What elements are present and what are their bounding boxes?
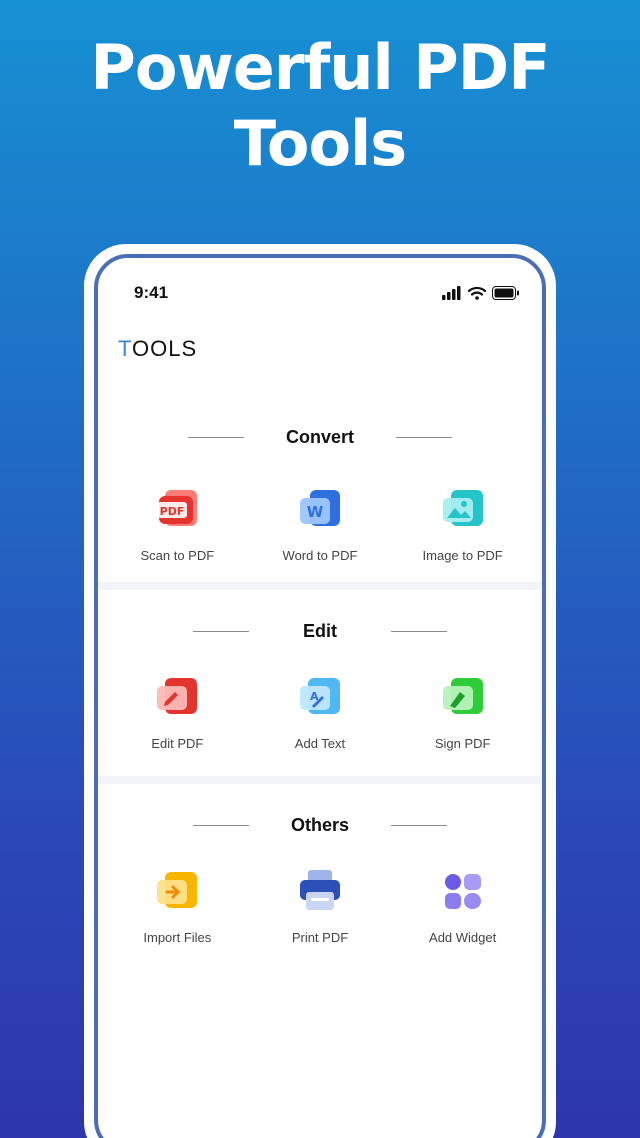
section-convert: Convert PDF Scan to PDF W Word to PDF Im… bbox=[98, 422, 542, 564]
printer-icon bbox=[299, 870, 340, 910]
tool-image-to-pdf[interactable]: Image to PDF bbox=[393, 482, 533, 563]
tool-label: Edit PDF bbox=[151, 736, 204, 751]
tool-sign-pdf[interactable]: Sign PDF bbox=[393, 670, 533, 751]
widget-icon bbox=[444, 874, 481, 909]
tool-add-text[interactable]: A Add Text bbox=[250, 670, 390, 751]
signal-icon bbox=[442, 286, 461, 300]
divider-line bbox=[187, 436, 244, 438]
section-title-edit: Edit bbox=[303, 620, 337, 641]
headline-line-2: Tools bbox=[233, 107, 407, 180]
tool-label: Print PDF bbox=[291, 930, 349, 945]
tool-edit-pdf[interactable]: Edit PDF bbox=[107, 670, 247, 751]
phone-screen: 9:41 TOOLS Convert PDF Scan to PDF W Wor… bbox=[94, 254, 546, 1138]
tool-label: Scan to PDF bbox=[140, 548, 215, 563]
divider-line bbox=[391, 630, 447, 632]
section-edit: Edit Edit PDF A Add Text Sign PDF bbox=[98, 616, 542, 752]
headline-line-1: Powerful PDF bbox=[90, 31, 550, 104]
tool-label: Image to PDF bbox=[422, 548, 503, 563]
tool-label: Add Text bbox=[294, 736, 346, 751]
tool-label: Add Widget bbox=[429, 930, 497, 945]
svg-text:PDF: PDF bbox=[160, 505, 185, 518]
tool-label: Sign PDF bbox=[434, 736, 491, 751]
section-separator bbox=[98, 582, 542, 590]
tool-add-widget[interactable]: Add Widget bbox=[393, 864, 533, 945]
tool-label: Import Files bbox=[143, 930, 212, 945]
section-title-others: Others bbox=[290, 814, 350, 835]
battery-icon bbox=[492, 286, 519, 300]
divider-line bbox=[193, 630, 249, 632]
word-icon: W bbox=[299, 490, 340, 526]
section-others: Others Import Files Print PDF Add Widget bbox=[98, 810, 542, 946]
section-separator bbox=[98, 776, 542, 784]
svg-text:W: W bbox=[307, 503, 324, 521]
phone-frame: 9:41 TOOLS Convert PDF Scan to PDF W Wor… bbox=[84, 244, 556, 1138]
divider-line bbox=[391, 824, 448, 826]
sign-pdf-icon bbox=[442, 678, 483, 714]
divider-line bbox=[192, 824, 249, 826]
status-time: 9:41 bbox=[134, 283, 169, 302]
tool-word-to-pdf[interactable]: W Word to PDF bbox=[250, 482, 390, 563]
import-icon bbox=[157, 872, 198, 908]
divider-line bbox=[396, 436, 452, 438]
status-bar: 9:41 bbox=[134, 282, 520, 304]
headline: Powerful PDF Tools bbox=[0, 30, 640, 182]
tool-print-pdf[interactable]: Print PDF bbox=[250, 864, 390, 945]
page-title: TOOLS bbox=[118, 336, 198, 361]
pdf-scan-icon: PDF bbox=[157, 490, 198, 526]
tool-scan-to-pdf[interactable]: PDF Scan to PDF bbox=[107, 482, 247, 563]
edit-pdf-icon bbox=[157, 678, 198, 714]
image-icon bbox=[442, 490, 483, 526]
add-text-icon: A bbox=[299, 678, 340, 714]
tool-import-files[interactable]: Import Files bbox=[107, 864, 247, 945]
tool-label: Word to PDF bbox=[282, 548, 358, 563]
wifi-icon bbox=[468, 286, 486, 300]
section-title-convert: Convert bbox=[285, 426, 354, 447]
